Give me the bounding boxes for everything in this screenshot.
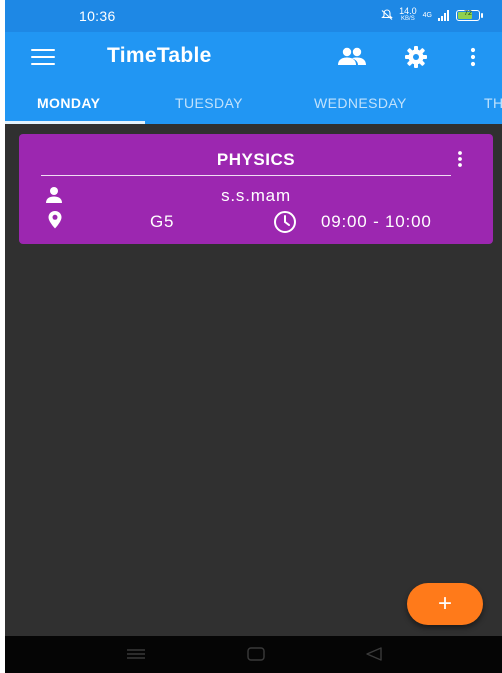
- subject-name: PHYSICS: [216, 150, 296, 169]
- phone-screen: 10:36 14.0 KB/S 4G 72 TimeTable MONDAY T…: [5, 0, 502, 673]
- mute-icon: [381, 9, 393, 20]
- net-speed-value: 14.0: [399, 6, 417, 16]
- clock-icon: [274, 211, 296, 233]
- tab-thursday[interactable]: TH: [484, 95, 502, 111]
- card-more-icon[interactable]: [457, 150, 463, 168]
- net-speed-unit: KB/S: [401, 16, 415, 22]
- tab-tuesday[interactable]: TUESDAY: [175, 95, 243, 111]
- schedule-list: PHYSICS s.s.mam G5 09:00 - 10:00: [5, 124, 502, 636]
- location-pin-icon: [48, 211, 62, 229]
- class-card[interactable]: PHYSICS s.s.mam G5 09:00 - 10:00: [19, 134, 493, 244]
- status-icons: 14.0 KB/S 4G 72: [381, 7, 483, 23]
- tab-wednesday[interactable]: WEDNESDAY: [314, 95, 407, 111]
- app-bar: TimeTable: [5, 32, 502, 82]
- recents-icon[interactable]: [126, 648, 146, 660]
- class-time: 09:00 - 10:00: [321, 212, 432, 231]
- card-divider: [41, 175, 451, 176]
- gear-icon[interactable]: [404, 45, 428, 69]
- back-icon[interactable]: [366, 647, 382, 661]
- room-number: G5: [150, 212, 175, 231]
- status-bar: 10:36 14.0 KB/S 4G 72: [5, 0, 502, 32]
- more-vert-icon[interactable]: [470, 46, 476, 68]
- day-tabs: MONDAY TUESDAY WEDNESDAY TH: [5, 82, 502, 124]
- battery-icon: 72: [456, 9, 483, 21]
- battery-level: 72: [464, 9, 472, 17]
- people-icon[interactable]: [336, 46, 368, 68]
- status-time: 10:36: [79, 8, 116, 24]
- signal-icon: [438, 9, 449, 21]
- network-type: 4G: [422, 11, 432, 19]
- teacher-name: s.s.mam: [221, 186, 291, 205]
- tab-monday[interactable]: MONDAY: [37, 95, 100, 111]
- add-class-button[interactable]: +: [407, 583, 483, 625]
- net-speed: 14.0 KB/S: [399, 7, 417, 23]
- home-icon[interactable]: [247, 647, 265, 661]
- system-nav-bar: [5, 636, 502, 673]
- app-title: TimeTable: [107, 44, 212, 67]
- menu-icon[interactable]: [31, 49, 55, 65]
